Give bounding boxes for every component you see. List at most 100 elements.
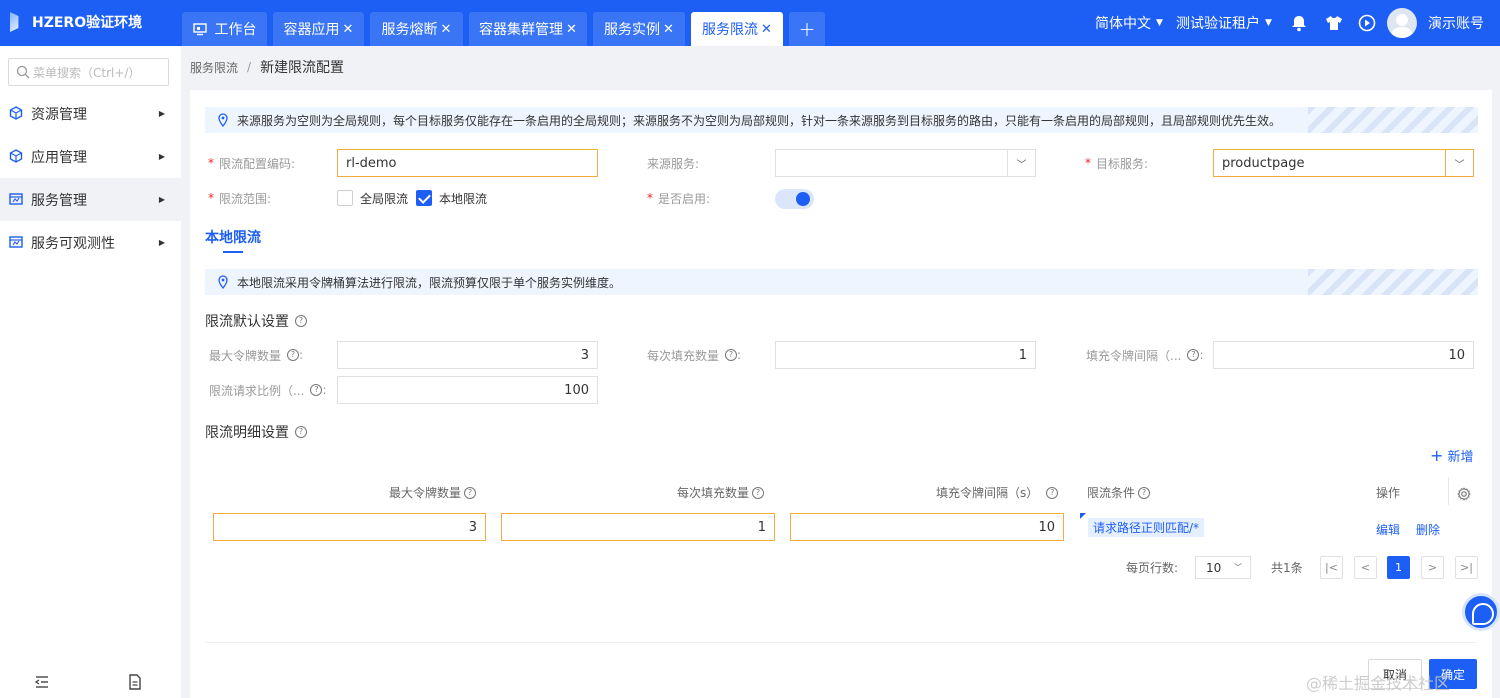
row-max-tokens-input[interactable]: 3 <box>213 513 486 541</box>
tab-local-limiting[interactable]: 本地限流 <box>205 227 261 247</box>
app-logo[interactable]: HZERO验证环境 <box>10 12 142 32</box>
help-icon[interactable]: ? <box>1138 486 1151 499</box>
menu-search-placeholder: 菜单搜索（Ctrl+/） <box>33 65 141 80</box>
tokens-per-fill-input[interactable]: 1 <box>775 341 1036 369</box>
sidebar: 菜单搜索（Ctrl+/） 资源管理 ▶ 应用管理 ▶ 服务管理 ▶ 服务可观测性… <box>0 46 181 698</box>
collapse-menu-icon[interactable] <box>34 674 50 690</box>
source-service-label: 来源服务: <box>647 156 700 171</box>
language-selector[interactable]: 简体中文 ▼ <box>1095 0 1163 46</box>
edit-link[interactable]: 编辑 <box>1376 521 1400 538</box>
request-ratio-input[interactable]: 100 <box>337 376 598 404</box>
close-icon[interactable]: ✕ <box>663 22 674 37</box>
sidebar-item-resources[interactable]: 资源管理 ▶ <box>0 92 181 135</box>
enabled-toggle[interactable] <box>775 189 814 209</box>
tab-service-instances[interactable]: 服务实例 ✕ <box>593 12 685 46</box>
shirt-icon[interactable] <box>1325 14 1343 32</box>
help-icon[interactable]: ? <box>287 349 300 361</box>
menu-search-input[interactable]: 菜单搜索（Ctrl+/） <box>8 58 169 86</box>
language-label: 简体中文 <box>1095 16 1151 32</box>
next-page-button[interactable]: > <box>1421 556 1444 579</box>
target-service-select[interactable]: productpage ﹀ <box>1213 149 1474 177</box>
sidebar-item-apps[interactable]: 应用管理 ▶ <box>0 135 181 178</box>
global-scope-label: 全局限流 <box>360 191 409 206</box>
breadcrumb: 服务限流 / 新建限流配置 <box>190 52 344 82</box>
cube-icon <box>9 149 23 163</box>
settings-gear-icon[interactable] <box>1457 487 1471 501</box>
row-tokens-per-fill-input[interactable]: 1 <box>501 513 775 541</box>
main-panel: 来源服务为空则为全局规则，每个目标服务仅能存在一条启用的全局规则；来源服务不为空… <box>190 90 1492 698</box>
tab-workbench[interactable]: 工作台 <box>182 12 267 46</box>
breadcrumb-separator: / <box>247 60 252 74</box>
local-scope-checkbox[interactable] <box>416 190 432 206</box>
sidebar-item-label: 服务可观测性 <box>31 235 115 252</box>
tab-circuit-breaker[interactable]: 服务熔断 ✕ <box>370 12 463 46</box>
detail-settings-title: 限流明细设置? <box>205 422 307 442</box>
chevron-down-icon[interactable]: ﹀ <box>1445 150 1473 176</box>
add-button[interactable]: + 新增 <box>1430 446 1474 465</box>
tenant-selector[interactable]: 测试验证租户 ▼ <box>1176 0 1272 46</box>
help-icon[interactable]: ? <box>464 486 477 499</box>
max-tokens-input[interactable]: 3 <box>337 341 598 369</box>
plus-icon: + <box>798 17 816 41</box>
column-header-max-tokens: 最大令牌数量? <box>389 484 477 501</box>
local-notice-text: 本地限流采用令牌桶算法进行限流，限流预算仅限于单个服务实例维度。 <box>237 275 622 290</box>
help-icon[interactable]: ? <box>1187 349 1200 361</box>
user-menu[interactable]: 演示账号 <box>1428 0 1484 46</box>
chat-assistant-icon[interactable] <box>1462 593 1500 631</box>
monitor-icon <box>192 23 207 36</box>
close-icon[interactable]: ✕ <box>761 22 772 37</box>
tab-rate-limiting[interactable]: 服务限流 ✕ <box>691 12 783 46</box>
page-size-select[interactable]: 10 ﹀ <box>1195 556 1251 579</box>
total-count: 共1条 <box>1271 561 1303 575</box>
global-scope-checkbox[interactable] <box>337 190 353 206</box>
help-icon[interactable]: ? <box>752 486 765 499</box>
rows-per-page-label: 每页行数: <box>1126 561 1179 575</box>
code-input[interactable]: rl-demo <box>337 149 598 177</box>
target-service-label: * 目标服务: <box>1085 156 1149 171</box>
row-fill-interval-input[interactable]: 10 <box>790 513 1064 541</box>
tab-label: 服务熔断 <box>381 22 438 38</box>
watermark: @稀土掘金技术社区 <box>1306 674 1451 693</box>
column-divider <box>1448 477 1449 505</box>
rule-notice: 来源服务为空则为全局规则，每个目标服务仅能存在一条启用的全局规则；来源服务不为空… <box>205 107 1478 133</box>
fill-interval-input[interactable]: 10 <box>1213 341 1474 369</box>
help-icon[interactable]: ? <box>310 384 323 396</box>
logo-icon <box>10 12 19 32</box>
source-service-select[interactable]: ﹀ <box>775 149 1036 177</box>
help-icon[interactable]: ? <box>295 426 307 438</box>
chevron-down-icon: ▼ <box>1156 18 1163 28</box>
prev-page-button[interactable]: < <box>1354 556 1377 579</box>
avatar[interactable] <box>1387 8 1417 38</box>
chevron-down-icon[interactable]: ﹀ <box>1007 150 1035 176</box>
first-page-button[interactable]: |< <box>1320 556 1343 579</box>
help-icon[interactable]: ? <box>725 349 738 361</box>
sidebar-item-label: 资源管理 <box>31 106 87 123</box>
last-page-button[interactable]: >| <box>1455 556 1478 579</box>
search-icon <box>16 65 30 79</box>
breadcrumb-parent[interactable]: 服务限流 <box>190 59 238 76</box>
help-icon[interactable]: ? <box>1046 486 1059 499</box>
document-icon[interactable] <box>127 674 143 690</box>
condition-tag[interactable]: 请求路径正则匹配/* <box>1088 518 1205 537</box>
sidebar-item-observability[interactable]: 服务可观测性 ▶ <box>0 221 181 264</box>
column-header-actions: 操作 <box>1376 486 1401 500</box>
tab-container-apps[interactable]: 容器应用 ✕ <box>273 12 364 46</box>
location-pin-icon <box>218 113 228 127</box>
delete-link[interactable]: 删除 <box>1416 521 1440 538</box>
column-header-fill-interval: 填充令牌间隔（s）? <box>936 484 1059 501</box>
new-tab-button[interactable]: + <box>789 12 825 46</box>
page-button[interactable]: 1 <box>1387 556 1410 579</box>
close-icon[interactable]: ✕ <box>441 22 452 37</box>
tab-cluster-management[interactable]: 容器集群管理 ✕ <box>469 12 587 46</box>
sidebar-item-services[interactable]: 服务管理 ▶ <box>0 178 181 221</box>
tab-label: 容器应用 <box>283 22 340 38</box>
close-icon[interactable]: ✕ <box>343 22 354 37</box>
caret-right-icon: ▶ <box>158 109 165 118</box>
close-icon[interactable]: ✕ <box>566 22 577 37</box>
play-circle-icon[interactable] <box>1358 14 1376 32</box>
local-notice: 本地限流采用令牌桶算法进行限流，限流预算仅限于单个服务实例维度。 <box>205 269 1478 295</box>
bell-icon[interactable] <box>1290 14 1308 32</box>
rule-notice-text: 来源服务为空则为全局规则，每个目标服务仅能存在一条启用的全局规则；来源服务不为空… <box>237 113 1282 128</box>
help-icon[interactable]: ? <box>295 315 307 327</box>
column-header-condition: 限流条件? <box>1087 484 1151 501</box>
